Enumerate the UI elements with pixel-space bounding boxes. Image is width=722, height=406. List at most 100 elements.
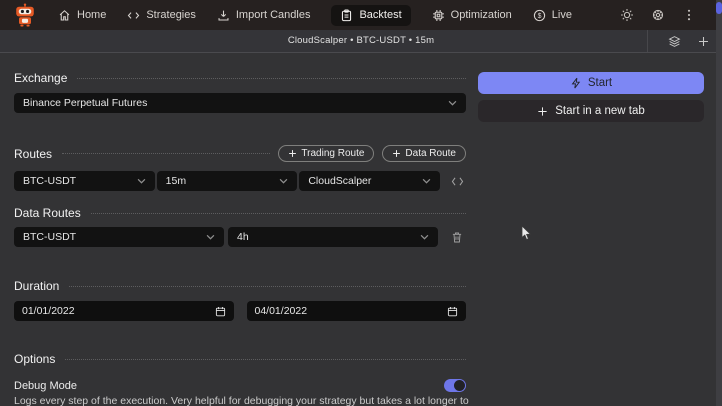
chevron-down-icon	[206, 234, 215, 240]
end-date-value: 04/01/2022	[255, 305, 448, 317]
start-new-tab-label: Start in a new tab	[555, 105, 645, 117]
exchange-section-heading: Exchange	[14, 71, 466, 85]
cpu-chip-icon	[432, 9, 445, 22]
nav-right-actions	[620, 8, 696, 22]
options-section-heading: Options	[14, 352, 466, 366]
nav-item-optimization[interactable]: Optimization	[432, 9, 512, 22]
top-navbar: Home Strategies Import Candles	[0, 0, 722, 30]
route-strategy-select[interactable]: CloudScalper	[299, 171, 440, 191]
exchange-select-value: Binance Perpetual Futures	[23, 97, 442, 109]
button-label: Data Route	[405, 148, 456, 159]
nav-item-home[interactable]: Home	[58, 9, 106, 22]
svg-text:$: $	[537, 12, 541, 19]
data-route-timeframe-value: 4h	[237, 231, 414, 243]
nav-item-import-candles[interactable]: Import Candles	[217, 9, 311, 22]
data-routes-section-heading: Data Routes	[14, 206, 466, 220]
toggle-knob	[454, 380, 465, 391]
route-timeframe-value: 15m	[166, 175, 274, 187]
chevron-down-icon	[279, 178, 288, 184]
data-route-row: BTC-USDT 4h	[14, 227, 466, 247]
nav-label: Import Candles	[236, 9, 311, 21]
page-scrollbar[interactable]	[716, 0, 722, 406]
nav-label: Home	[77, 9, 106, 21]
delete-data-route-button[interactable]	[448, 231, 466, 244]
settings-gear-icon[interactable]	[651, 8, 665, 22]
section-title: Data Routes	[14, 206, 81, 220]
trading-route-row: BTC-USDT 15m CloudScalper	[14, 171, 466, 191]
scrollbar-thumb[interactable]	[716, 2, 722, 14]
nav-label: Strategies	[146, 9, 196, 21]
section-title: Options	[14, 352, 55, 366]
duration-section-heading: Duration	[14, 279, 466, 293]
robot-logo-icon	[13, 3, 37, 27]
route-timeframe-select[interactable]: 15m	[157, 171, 298, 191]
data-route-symbol-value: BTC-USDT	[23, 231, 200, 243]
clipboard-icon	[340, 9, 353, 22]
kebab-menu-icon[interactable]	[682, 8, 696, 22]
plus-icon	[392, 149, 401, 158]
currency-dollar-icon: $	[533, 9, 546, 22]
tabbar-actions	[647, 30, 710, 52]
nav-item-strategies[interactable]: Strategies	[127, 9, 196, 22]
start-button-label: Start	[588, 77, 612, 89]
route-strategy-value: CloudScalper	[308, 175, 416, 187]
nav-item-live[interactable]: $ Live	[533, 9, 572, 22]
bolt-icon	[570, 77, 582, 89]
new-tab-plus-icon[interactable]	[697, 35, 710, 48]
section-title: Routes	[14, 147, 52, 161]
nav-label: Live	[552, 9, 572, 21]
dotted-divider	[65, 359, 466, 360]
backtest-page: Home Strategies Import Candles	[0, 0, 722, 406]
trash-icon	[451, 231, 463, 244]
plus-icon	[537, 106, 548, 117]
start-new-tab-button[interactable]: Start in a new tab	[478, 100, 704, 122]
chevron-down-icon	[420, 234, 429, 240]
nav-label: Optimization	[451, 9, 512, 21]
debug-mode-label: Debug Mode	[14, 380, 77, 392]
code-icon	[451, 176, 464, 187]
start-date-value: 01/01/2022	[22, 305, 215, 317]
debug-mode-toggle[interactable]	[444, 379, 466, 392]
route-symbol-value: BTC-USDT	[23, 175, 131, 187]
add-data-route-button[interactable]: Data Route	[382, 145, 466, 162]
dotted-divider	[77, 78, 466, 79]
view-strategy-code-button[interactable]	[448, 176, 466, 187]
dotted-divider	[91, 213, 466, 214]
route-symbol-select[interactable]: BTC-USDT	[14, 171, 155, 191]
app-logo[interactable]	[12, 2, 38, 28]
start-button[interactable]: Start	[478, 72, 704, 94]
mouse-cursor	[521, 226, 532, 246]
session-tabbar: CloudScalper • BTC-USDT • 15m	[0, 30, 722, 53]
debug-mode-description: Logs every step of the execution. Very h…	[14, 395, 474, 406]
add-trading-route-button[interactable]: Trading Route	[278, 145, 374, 162]
sessions-stack-icon[interactable]	[668, 35, 681, 48]
exchange-row: Binance Perpetual Futures	[14, 93, 466, 113]
dotted-divider	[69, 286, 466, 287]
code-icon	[127, 9, 140, 22]
active-session-title[interactable]: CloudScalper • BTC-USDT • 15m	[0, 30, 722, 52]
section-title: Duration	[14, 279, 59, 293]
calendar-icon[interactable]	[447, 306, 458, 317]
plus-icon	[288, 149, 297, 158]
chevron-down-icon	[422, 178, 431, 184]
download-icon	[217, 9, 230, 22]
routes-section-heading: Routes Trading Route Data Route	[14, 145, 466, 162]
dotted-divider	[62, 153, 270, 154]
nav-label: Backtest	[359, 9, 401, 21]
chevron-down-icon	[448, 100, 457, 106]
home-icon	[58, 9, 71, 22]
nav-item-backtest[interactable]: Backtest	[331, 5, 410, 26]
data-route-timeframe-select[interactable]: 4h	[228, 227, 438, 247]
chevron-down-icon	[137, 178, 146, 184]
button-label: Trading Route	[301, 148, 364, 159]
theme-sun-icon[interactable]	[620, 8, 634, 22]
nav-menu: Home Strategies Import Candles	[58, 5, 620, 26]
exchange-select[interactable]: Binance Perpetual Futures	[14, 93, 466, 113]
debug-mode-row: Debug Mode	[14, 379, 466, 392]
start-date-input[interactable]: 01/01/2022	[14, 301, 234, 321]
section-title: Exchange	[14, 71, 67, 85]
end-date-input[interactable]: 04/01/2022	[247, 301, 467, 321]
data-route-symbol-select[interactable]: BTC-USDT	[14, 227, 224, 247]
duration-row: 01/01/2022 04/01/2022	[14, 301, 466, 321]
calendar-icon[interactable]	[215, 306, 226, 317]
